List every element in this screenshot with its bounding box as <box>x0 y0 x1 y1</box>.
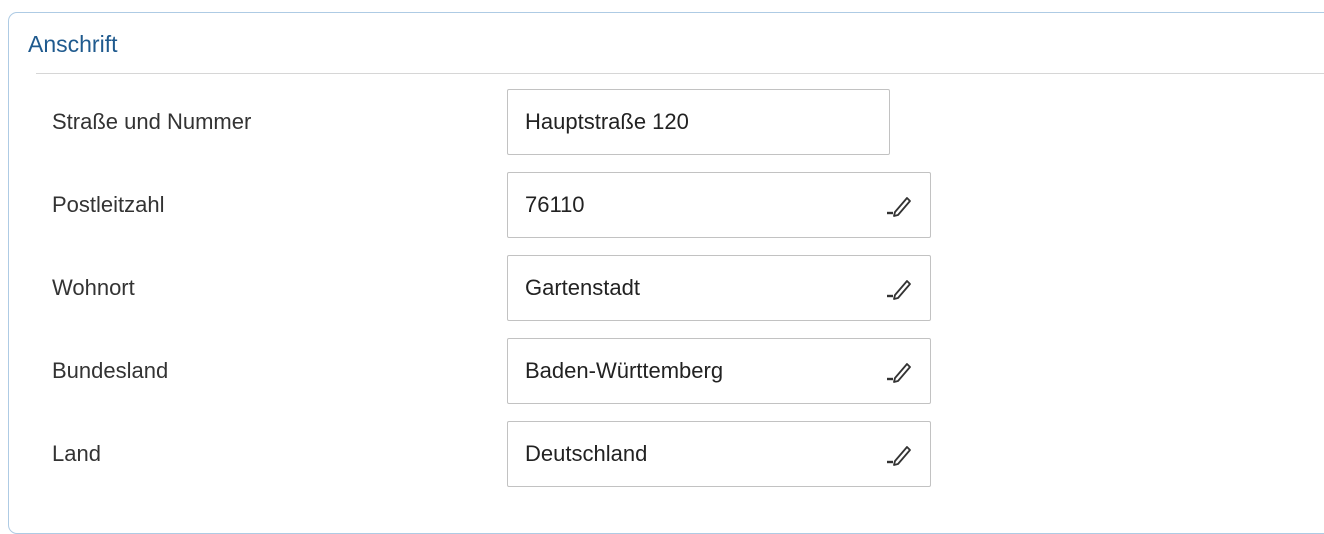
street-label: Straße und Nummer <box>52 109 252 134</box>
section-title: Anschrift <box>28 31 118 57</box>
country-input[interactable]: Deutschland <box>507 421 931 487</box>
city-input[interactable]: Gartenstadt <box>507 255 931 321</box>
pencil-icon[interactable] <box>883 190 915 220</box>
pencil-icon[interactable] <box>883 356 915 386</box>
pencil-icon[interactable] <box>883 273 915 303</box>
postal-code-label: Postleitzahl <box>52 192 165 217</box>
postal-code-input[interactable]: 76110 <box>507 172 931 238</box>
city-label: Wohnort <box>52 275 135 300</box>
street-value: Hauptstraße 120 <box>525 109 689 134</box>
form-row-state: Bundesland Baden-Württemberg <box>0 338 1324 404</box>
postal-code-value: 76110 <box>525 192 585 217</box>
form-row-postal-code: Postleitzahl 76110 <box>0 172 1324 238</box>
city-value: Gartenstadt <box>525 275 640 300</box>
state-input[interactable]: Baden-Württemberg <box>507 338 931 404</box>
form-row-country: Land Deutschland <box>0 421 1324 487</box>
form-row-city: Wohnort Gartenstadt <box>0 255 1324 321</box>
pencil-icon[interactable] <box>883 439 915 469</box>
state-label: Bundesland <box>52 358 169 383</box>
state-value: Baden-Württemberg <box>525 358 724 383</box>
country-label: Land <box>52 441 101 466</box>
title-divider <box>36 73 1324 74</box>
country-value: Deutschland <box>525 441 648 466</box>
form-row-street: Straße und Nummer Hauptstraße 120 <box>0 89 1324 155</box>
street-input[interactable]: Hauptstraße 120 <box>507 89 890 155</box>
